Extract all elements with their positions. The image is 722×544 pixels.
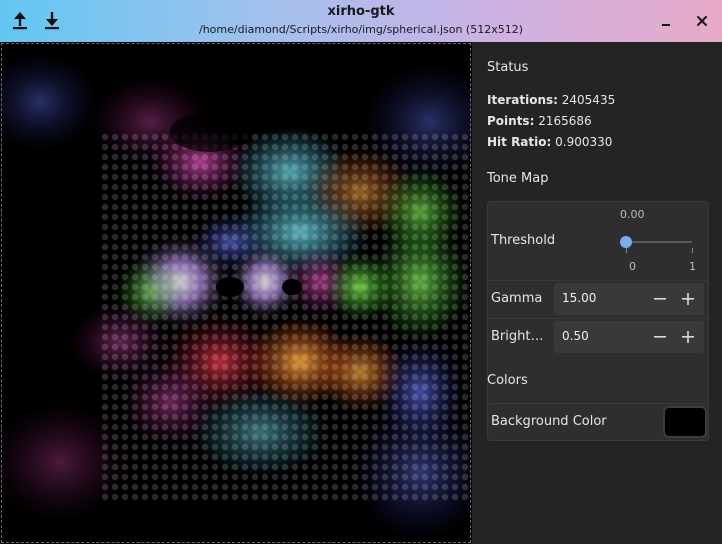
brightness-increment-button[interactable]	[678, 327, 698, 347]
threshold-label: Threshold	[491, 233, 556, 248]
window-subtitle: /home/diamond/Scripts/xirho/img/spherica…	[198, 23, 524, 36]
gamma-decrement-button[interactable]	[650, 289, 670, 309]
gamma-spinbutton[interactable]: 15.00	[554, 283, 704, 315]
colors-heading: Colors	[487, 373, 528, 388]
status-heading: Status	[487, 60, 529, 75]
points-value: 2165686	[538, 114, 592, 128]
brightness-row: Bright… 0.50	[488, 319, 708, 356]
threshold-tick-min	[626, 248, 627, 253]
title-bar: xirho-gtk /home/diamond/Scripts/xirho/im…	[0, 0, 722, 42]
iterations-value: 2405435	[561, 93, 616, 107]
threshold-max-label: 1	[689, 260, 696, 273]
threshold-handle[interactable]	[620, 236, 632, 248]
threshold-tick-max	[692, 248, 693, 253]
tone-map-heading: Tone Map	[487, 171, 549, 186]
background-color-button[interactable]	[663, 406, 707, 438]
minus-icon	[654, 298, 666, 300]
gamma-increment-button[interactable]	[678, 289, 698, 309]
close-button[interactable]	[690, 9, 714, 33]
minimize-icon	[662, 24, 670, 26]
background-color-label: Background Color	[491, 414, 607, 429]
brightness-spinbutton[interactable]: 0.50	[554, 321, 704, 353]
brightness-label: Bright…	[491, 329, 544, 344]
iterations-label: Iterations:	[487, 93, 558, 107]
minimize-button[interactable]	[654, 9, 678, 33]
gamma-label: Gamma	[491, 291, 543, 306]
hit-ratio-label: Hit Ratio:	[487, 135, 552, 149]
threshold-track	[626, 241, 692, 243]
points-stat: Points: 2165686	[487, 114, 592, 128]
points-label: Points:	[487, 114, 535, 128]
settings-sidebar: Status Iterations: 2405435 Points: 21656…	[472, 42, 722, 544]
plus-icon	[682, 293, 694, 305]
threshold-min-label: 0	[629, 260, 636, 273]
threshold-row: Threshold 0.00 0 1	[488, 202, 708, 281]
iterations-stat: Iterations: 2405435	[487, 93, 615, 107]
minus-icon	[654, 336, 666, 338]
canvas-frame	[1, 43, 471, 543]
plus-icon	[682, 331, 694, 343]
colors-group: Background Color	[487, 403, 709, 441]
hit-ratio-stat: Hit Ratio: 0.900330	[487, 135, 612, 149]
gamma-value[interactable]: 15.00	[562, 291, 596, 305]
brightness-decrement-button[interactable]	[650, 327, 670, 347]
hit-ratio-value: 0.900330	[555, 135, 613, 149]
close-icon	[697, 16, 707, 26]
window-title: xirho-gtk	[327, 4, 395, 19]
render-canvas[interactable]	[0, 42, 472, 544]
threshold-value: 0.00	[620, 208, 645, 221]
gamma-row: Gamma 15.00	[488, 281, 708, 319]
threshold-slider[interactable]	[620, 232, 696, 256]
brightness-value[interactable]: 0.50	[562, 329, 589, 343]
